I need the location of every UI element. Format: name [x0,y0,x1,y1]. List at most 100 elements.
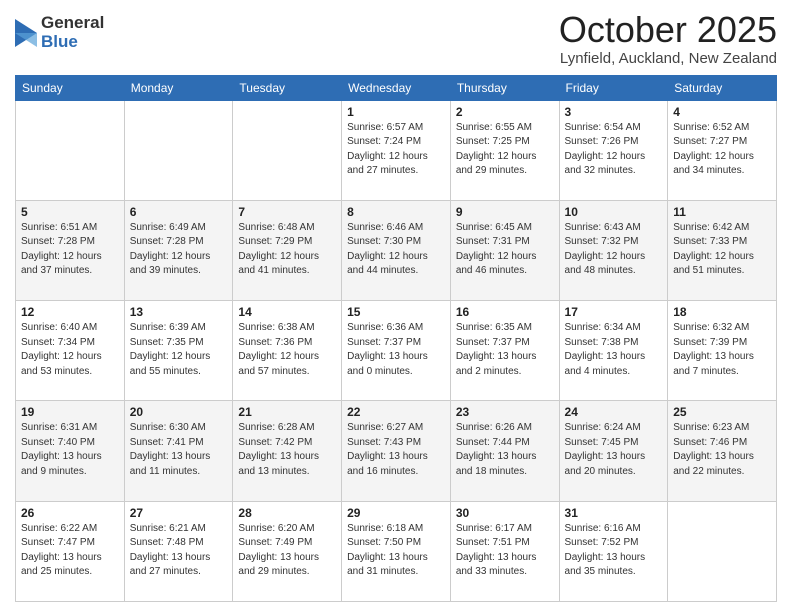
day-number: 18 [673,305,771,319]
calendar-cell: 28 Sunrise: 6:20 AM Sunset: 7:49 PM Dayli… [233,501,342,601]
day-info: Sunrise: 6:42 AM Sunset: 7:33 PM Dayligh… [673,221,771,279]
week-row-1: 1Sunrise: 6:57 AM Sunset: 7:24 PM Daylig… [16,100,777,200]
day-number: 29 [347,506,445,520]
page: General Blue October 2025 Lynfield, Auck… [0,0,792,612]
day-number: 5 [21,205,119,219]
day-number: 6 [130,205,228,219]
day-info: Sunrise: 6:52 AM Sunset: 7:27 PM Dayligh… [673,121,771,179]
day-info: Sunrise: 6:43 AM Sunset: 7:32 PM Dayligh… [565,221,663,279]
col-monday: Monday [124,75,233,100]
day-number: 13 [130,305,228,319]
header-row: Sunday Monday Tuesday Wednesday Thursday… [16,75,777,100]
calendar-cell: 1Sunrise: 6:57 AM Sunset: 7:24 PM Daylig… [342,100,451,200]
day-info: Sunrise: 6:23 AM Sunset: 7:46 PM Dayligh… [673,421,771,479]
logo-blue: Blue [41,33,104,52]
location: Lynfield, Auckland, New Zealand [559,50,777,67]
col-sunday: Sunday [16,75,125,100]
day-number: 22 [347,405,445,419]
day-number: 15 [347,305,445,319]
calendar-cell: 17 Sunrise: 6:34 AM Sunset: 7:38 PM Dayli… [559,301,668,401]
day-info: Sunrise: 6:18 AM Sunset: 7:50 PM Dayligh… [347,522,445,580]
calendar-cell: 23Sunrise: 6:26 AM Sunset: 7:44 PM Dayli… [450,401,559,501]
day-number: 12 [21,305,119,319]
calendar-cell: 14 Sunrise: 6:38 AM Sunset: 7:36 PM Dayli… [233,301,342,401]
calendar-cell: 18 Sunrise: 6:32 AM Sunset: 7:39 PM Dayli… [668,301,777,401]
week-row-4: 19Sunrise: 6:31 AM Sunset: 7:40 PM Dayli… [16,401,777,501]
day-info: Sunrise: 6:39 AM Sunset: 7:35 PM Dayligh… [130,321,228,379]
col-saturday: Saturday [668,75,777,100]
calendar-cell [16,100,125,200]
calendar-cell: 26 Sunrise: 6:22 AM Sunset: 7:47 PM Dayli… [16,501,125,601]
day-info: Sunrise: 6:32 AM Sunset: 7:39 PM Dayligh… [673,321,771,379]
calendar-cell [233,100,342,200]
day-info: Sunrise: 6:28 AM Sunset: 7:42 PM Dayligh… [238,421,336,479]
calendar-cell: 31 Sunrise: 6:16 AM Sunset: 7:52 PM Dayli… [559,501,668,601]
title-block: October 2025 Lynfield, Auckland, New Zea… [559,10,777,67]
day-info: Sunrise: 6:26 AM Sunset: 7:44 PM Dayligh… [456,421,554,479]
calendar-cell: 8Sunrise: 6:46 AM Sunset: 7:30 PM Daylig… [342,200,451,300]
day-info: Sunrise: 6:48 AM Sunset: 7:29 PM Dayligh… [238,221,336,279]
day-info: Sunrise: 6:17 AM Sunset: 7:51 PM Dayligh… [456,522,554,580]
day-number: 2 [456,105,554,119]
calendar-cell: 3 Sunrise: 6:54 AM Sunset: 7:26 PM Daylig… [559,100,668,200]
calendar-cell: 30Sunrise: 6:17 AM Sunset: 7:51 PM Dayli… [450,501,559,601]
day-number: 7 [238,205,336,219]
calendar-cell: 4Sunrise: 6:52 AM Sunset: 7:27 PM Daylig… [668,100,777,200]
day-number: 1 [347,105,445,119]
day-number: 20 [130,405,228,419]
day-number: 9 [456,205,554,219]
day-info: Sunrise: 6:27 AM Sunset: 7:43 PM Dayligh… [347,421,445,479]
day-info: Sunrise: 6:54 AM Sunset: 7:26 PM Dayligh… [565,121,663,179]
col-tuesday: Tuesday [233,75,342,100]
day-info: Sunrise: 6:35 AM Sunset: 7:37 PM Dayligh… [456,321,554,379]
calendar-cell: 12 Sunrise: 6:40 AM Sunset: 7:34 PM Dayli… [16,301,125,401]
col-thursday: Thursday [450,75,559,100]
day-info: Sunrise: 6:38 AM Sunset: 7:36 PM Dayligh… [238,321,336,379]
calendar-cell: 22 Sunrise: 6:27 AM Sunset: 7:43 PM Dayli… [342,401,451,501]
day-info: Sunrise: 6:21 AM Sunset: 7:48 PM Dayligh… [130,522,228,580]
logo: General Blue [15,14,104,51]
day-number: 26 [21,506,119,520]
day-number: 17 [565,305,663,319]
calendar-cell: 19Sunrise: 6:31 AM Sunset: 7:40 PM Dayli… [16,401,125,501]
day-number: 11 [673,205,771,219]
logo-text: General Blue [41,14,104,51]
day-info: Sunrise: 6:34 AM Sunset: 7:38 PM Dayligh… [565,321,663,379]
calendar-cell: 15Sunrise: 6:36 AM Sunset: 7:37 PM Dayli… [342,301,451,401]
day-number: 28 [238,506,336,520]
calendar-cell: 11 Sunrise: 6:42 AM Sunset: 7:33 PM Dayli… [668,200,777,300]
calendar-cell [124,100,233,200]
col-friday: Friday [559,75,668,100]
day-info: Sunrise: 6:20 AM Sunset: 7:49 PM Dayligh… [238,522,336,580]
calendar-cell [668,501,777,601]
calendar-cell: 9 Sunrise: 6:45 AM Sunset: 7:31 PM Daylig… [450,200,559,300]
day-number: 3 [565,105,663,119]
day-info: Sunrise: 6:40 AM Sunset: 7:34 PM Dayligh… [21,321,119,379]
day-info: Sunrise: 6:45 AM Sunset: 7:31 PM Dayligh… [456,221,554,279]
calendar-cell: 27Sunrise: 6:21 AM Sunset: 7:48 PM Dayli… [124,501,233,601]
logo-general: General [41,14,104,33]
day-info: Sunrise: 6:16 AM Sunset: 7:52 PM Dayligh… [565,522,663,580]
logo-icon [15,19,37,47]
calendar-cell: 5Sunrise: 6:51 AM Sunset: 7:28 PM Daylig… [16,200,125,300]
calendar-table: Sunday Monday Tuesday Wednesday Thursday… [15,75,777,602]
calendar-cell: 7 Sunrise: 6:48 AM Sunset: 7:29 PM Daylig… [233,200,342,300]
week-row-3: 12 Sunrise: 6:40 AM Sunset: 7:34 PM Dayli… [16,301,777,401]
day-info: Sunrise: 6:22 AM Sunset: 7:47 PM Dayligh… [21,522,119,580]
day-info: Sunrise: 6:30 AM Sunset: 7:41 PM Dayligh… [130,421,228,479]
header: General Blue October 2025 Lynfield, Auck… [15,10,777,67]
calendar-cell: 16 Sunrise: 6:35 AM Sunset: 7:37 PM Dayli… [450,301,559,401]
col-wednesday: Wednesday [342,75,451,100]
month-title: October 2025 [559,10,777,50]
day-number: 10 [565,205,663,219]
day-number: 21 [238,405,336,419]
calendar-cell: 25Sunrise: 6:23 AM Sunset: 7:46 PM Dayli… [668,401,777,501]
day-number: 31 [565,506,663,520]
calendar-cell: 20 Sunrise: 6:30 AM Sunset: 7:41 PM Dayli… [124,401,233,501]
week-row-5: 26 Sunrise: 6:22 AM Sunset: 7:47 PM Dayli… [16,501,777,601]
calendar-cell: 6Sunrise: 6:49 AM Sunset: 7:28 PM Daylig… [124,200,233,300]
calendar-cell: 10 Sunrise: 6:43 AM Sunset: 7:32 PM Dayli… [559,200,668,300]
day-number: 16 [456,305,554,319]
day-number: 19 [21,405,119,419]
day-number: 14 [238,305,336,319]
